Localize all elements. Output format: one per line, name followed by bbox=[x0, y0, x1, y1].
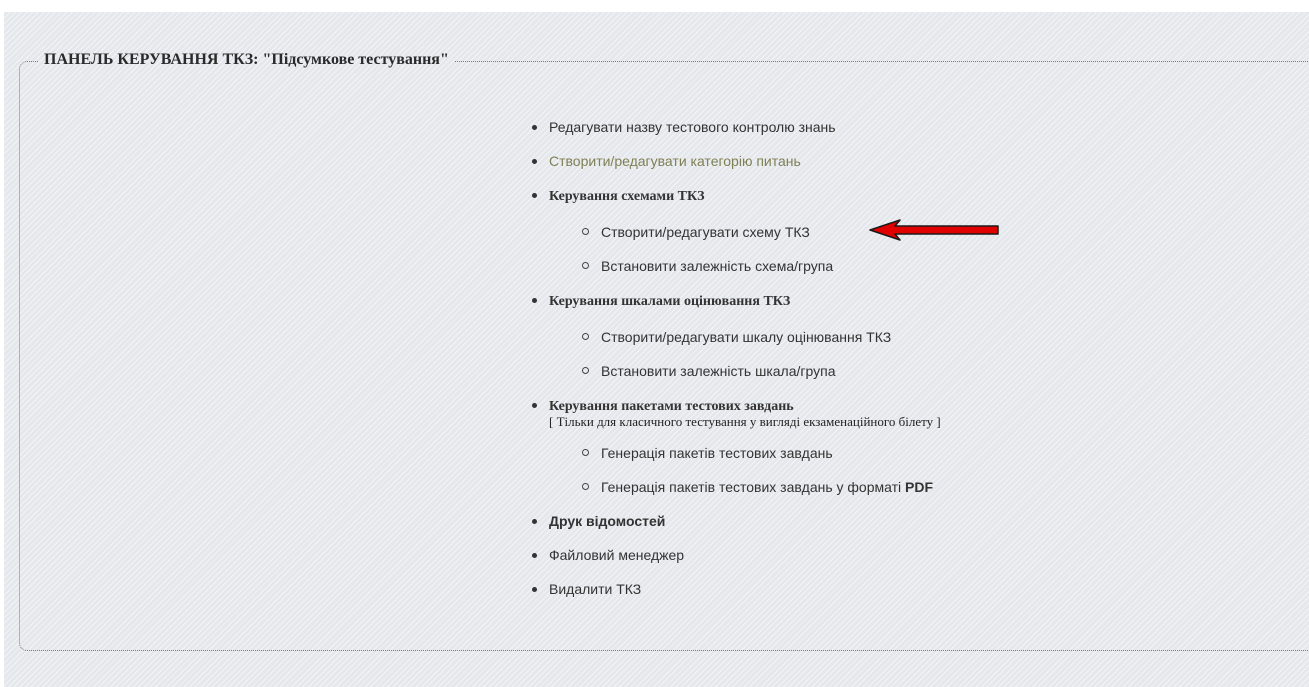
submenu-item: Генерація пакетів тестових завдань у фор… bbox=[581, 476, 941, 498]
edit-scheme-link[interactable]: Створити/редагувати схему ТКЗ bbox=[601, 224, 810, 240]
edit-category-link[interactable]: Створити/редагувати категорію питань bbox=[549, 153, 801, 169]
generate-packages-pdf-link[interactable]: Генерація пакетів тестових завдань у фор… bbox=[601, 479, 933, 495]
menu-section-packages: Керування пакетами тестових завдань [ Ті… bbox=[530, 394, 941, 498]
file-manager-link[interactable]: Файловий менеджер bbox=[549, 547, 684, 563]
control-panel-menu: Редагувати назву тестового контролю знан… bbox=[530, 116, 941, 612]
scales-submenu: Створити/редагувати шкалу оцінювання ТКЗ… bbox=[581, 326, 941, 382]
menu-item-file-manager: Файловий менеджер bbox=[530, 544, 941, 566]
menu-item-edit-name: Редагувати назву тестового контролю знан… bbox=[530, 116, 941, 138]
submenu-item: Створити/редагувати шкалу оцінювання ТКЗ bbox=[581, 326, 941, 348]
submenu-item: Генерація пакетів тестових завдань bbox=[581, 442, 941, 464]
packages-note: [ Тільки для класичного тестування у виг… bbox=[549, 414, 941, 429]
generate-packages-link[interactable]: Генерація пакетів тестових завдань bbox=[601, 445, 833, 461]
edit-name-link[interactable]: Редагувати назву тестового контролю знан… bbox=[549, 119, 836, 135]
submenu-item: Встановити залежність шкала/група bbox=[581, 360, 941, 382]
scale-group-dependency-link[interactable]: Встановити залежність шкала/група bbox=[601, 363, 835, 379]
menu-section-scales: Керування шкалами оцінювання ТКЗ Створит… bbox=[530, 289, 941, 382]
edit-scale-link[interactable]: Створити/редагувати шкалу оцінювання ТКЗ bbox=[601, 329, 891, 345]
packages-heading: Керування пакетами тестових завдань bbox=[549, 399, 794, 414]
delete-tkz-link[interactable]: Видалити ТКЗ bbox=[549, 581, 641, 597]
pdf-label: PDF bbox=[905, 479, 934, 495]
scales-heading: Керування шкалами оцінювання ТКЗ bbox=[549, 294, 791, 309]
scheme-group-dependency-link[interactable]: Встановити залежність схема/група bbox=[601, 258, 833, 274]
panel-title: ПАНЕЛЬ КЕРУВАННЯ ТКЗ: "Підсумкове тестув… bbox=[44, 51, 449, 68]
menu-item-edit-category: Створити/редагувати категорію питань bbox=[530, 150, 941, 172]
red-arrow-icon bbox=[869, 219, 999, 241]
packages-submenu: Генерація пакетів тестових завдань Генер… bbox=[581, 442, 941, 498]
menu-item-print-statements: Друк відомостей bbox=[530, 510, 941, 532]
schemes-heading: Керування схемами ТКЗ bbox=[549, 189, 705, 204]
print-statements-link[interactable]: Друк відомостей bbox=[549, 513, 665, 529]
panel-legend: ПАНЕЛЬ КЕРУВАННЯ ТКЗ: "Підсумкове тестув… bbox=[38, 46, 455, 74]
generate-packages-pdf-label: Генерація пакетів тестових завдань у фор… bbox=[601, 479, 906, 495]
menu-item-delete: Видалити ТКЗ bbox=[530, 578, 941, 600]
submenu-item: Встановити залежність схема/група bbox=[581, 255, 941, 277]
